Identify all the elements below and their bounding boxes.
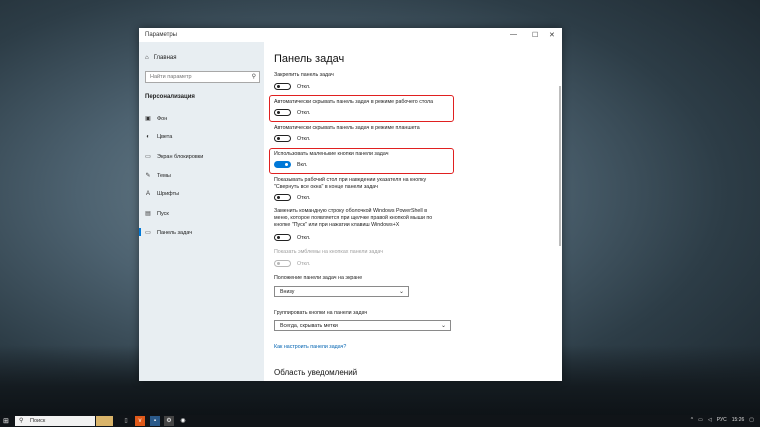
clock[interactable]: 15:26 [732,417,745,423]
sidebar-home-label: Главная [153,55,177,61]
select-value: Всегда, скрывать метки [280,323,338,329]
image-icon: ▣ [145,116,151,122]
setting-label: Заменить командную строку оболочкой Wind… [274,208,432,229]
toggle-state: Откл. [297,84,311,90]
start-icon: ▤ [145,211,151,217]
page-title: Панель задач [274,53,345,65]
sidebar-item-label: Фон [157,115,168,122]
app-v-icon[interactable]: v [135,416,145,426]
search-input[interactable]: Найти параметр ⚲ [145,71,260,83]
taskbar: ⊞ ⚲ Поиск ▯ v ▪ ⚙ ◉ ^ ▭ ◁ РУС 15:26 ▢ [0,415,760,427]
sidebar-item-label: Шрифты [157,191,180,197]
volume-icon[interactable]: ◁ [708,417,712,423]
settings-gear-icon[interactable]: ⚙ [164,416,174,426]
toggle-badges [274,260,291,267]
notification-area-heading: Область уведомлений [274,368,358,377]
toggle-state: Вкл. [297,162,308,168]
setting-label: Показать эмблемы на кнопках панели задач [274,249,384,255]
sidebar: ⌂ Главная Найти параметр ⚲ Персонализаци… [139,42,264,381]
network-icon[interactable]: ▭ [698,417,703,423]
toggle-lock-taskbar[interactable] [274,83,291,90]
sidebar-section-title: Персонализация [145,94,195,100]
main-content: Панель задач Закрепить панель задач Откл… [264,42,562,381]
app-terminal-icon[interactable]: ▪ [150,416,160,426]
app-circle-icon[interactable]: ◉ [178,416,188,426]
select-value: Внизу [280,289,295,295]
minimize-button[interactable]: — [510,31,517,38]
toggle-autohide-tablet[interactable] [274,135,291,142]
search-icon: ⚲ [19,418,24,424]
sidebar-item-background[interactable]: ▣ Фон [145,115,168,123]
notification-icon[interactable]: ▢ [749,417,754,423]
setting-label-line: Заменить командную строку оболочкой Wind… [274,208,428,214]
search-placeholder: Найти параметр [150,74,192,80]
sidebar-item-fonts[interactable]: A Шрифты [145,191,179,197]
maximize-button[interactable]: ☐ [532,31,538,39]
setting-label-line: "Свернуть все окна" в конце панели задач [274,184,378,190]
sidebar-item-start[interactable]: ▤ Пуск [145,210,169,218]
brush-icon: ✎ [145,173,151,179]
scrollbar[interactable] [559,86,561,246]
language-indicator[interactable]: РУС [717,417,727,423]
chevron-down-icon: ⌄ [440,323,446,329]
taskbar-search[interactable]: ⚲ Поиск [15,416,95,426]
toggle-state: Откл. [297,110,311,116]
setting-label: Автоматически скрывать панель задач в ре… [274,99,434,105]
sidebar-home[interactable]: ⌂ Главная [145,55,176,61]
task-view-icon[interactable]: ▯ [121,416,131,426]
taskbar-icon: ▭ [145,230,151,236]
search-highlight-image [96,416,113,426]
window-title: Параметры [145,32,177,38]
setting-label: Использовать маленькие кнопки панели зад… [274,151,389,157]
windows-start-icon[interactable]: ⊞ [3,417,9,425]
chevron-down-icon: ⌄ [398,289,404,295]
position-label: Положение панели задач на экране [274,275,363,281]
setting-label-line: меню, которое появляется при щелчке прав… [274,215,433,221]
close-button[interactable]: ✕ [549,31,555,39]
setting-label: Автоматически скрывать панель задач в ре… [274,125,420,131]
sidebar-item-label: Пуск [157,210,169,217]
sidebar-item-label: Темы [157,172,171,179]
font-icon: A [145,191,150,197]
sidebar-item-label: Цвета [157,134,173,140]
taskbar-position-select[interactable]: Внизу ⌄ [274,286,409,297]
taskbar-search-placeholder: Поиск [30,418,46,424]
sidebar-item-taskbar[interactable]: ▭ Панель задач [139,228,193,236]
toggle-peek[interactable] [274,194,291,201]
setting-label-line: кнопке "Пуск" или при нажатии клавиш Win… [274,222,400,228]
sidebar-item-label: Панель задач [157,229,193,236]
settings-window: Параметры — ☐ ✕ ⌂ Главная Найти параметр… [139,28,562,381]
sidebar-item-lock-screen[interactable]: ▭ Экран блокировки [145,153,204,161]
sidebar-item-colors[interactable]: ◐ Цвета [145,134,172,140]
title-bar: Параметры — ☐ ✕ [139,28,562,42]
help-link[interactable]: Как настроить панели задач? [274,344,346,350]
palette-icon: ◐ [146,134,150,140]
group-label: Группировать кнопки на панели задач [274,310,368,316]
toggle-state: Откл. [297,136,311,142]
search-icon: ⚲ [251,74,256,80]
toggle-autohide-desktop[interactable] [274,109,291,116]
system-tray: ^ ▭ ◁ РУС 15:26 ▢ [691,417,754,423]
sidebar-item-themes[interactable]: ✎ Темы [145,172,171,180]
setting-label: Закрепить панель задач [274,72,334,78]
toggle-powershell[interactable] [274,234,291,241]
toggle-small-buttons[interactable] [274,161,291,168]
toggle-state: Откл. [297,195,311,201]
chevron-up-icon[interactable]: ^ [691,417,693,423]
setting-label: Показывать рабочий стол при наведении ук… [274,177,426,191]
lock-screen-icon: ▭ [145,154,151,160]
toggle-state: Откл. [297,261,311,267]
setting-label-line: Показывать рабочий стол при наведении ук… [274,177,427,183]
sidebar-item-label: Экран блокировки [157,153,204,160]
home-icon: ⌂ [145,55,149,61]
toggle-state: Откл. [297,235,311,241]
taskbar-grouping-select[interactable]: Всегда, скрывать метки ⌄ [274,320,451,331]
